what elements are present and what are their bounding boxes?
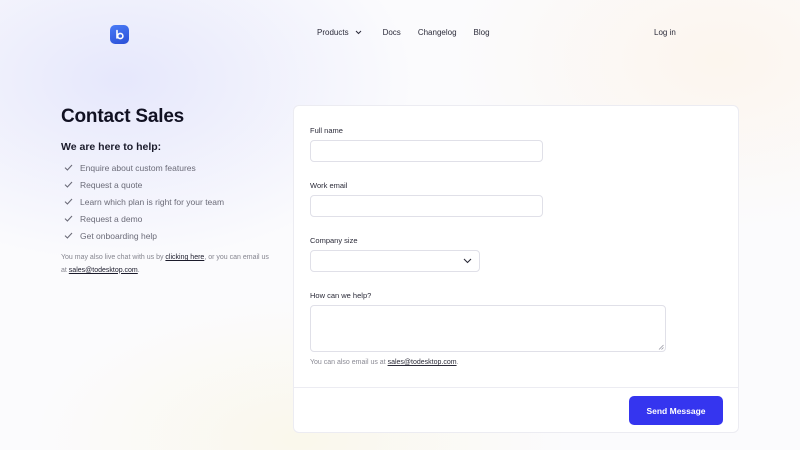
check-icon xyxy=(64,232,73,239)
sales-email-link[interactable]: sales@todesktop.com xyxy=(69,267,138,274)
resize-grip-icon[interactable] xyxy=(658,344,664,350)
full-name-label: Full name xyxy=(310,126,343,135)
live-chat-note-suffix: . xyxy=(137,266,140,274)
chevron-down-icon xyxy=(355,30,361,35)
login-link[interactable]: Log in xyxy=(654,28,676,37)
nav-docs-label: Docs xyxy=(382,28,401,37)
check-icon xyxy=(64,198,73,205)
help-heading: We are here to help: xyxy=(61,141,162,153)
check-icon xyxy=(64,164,73,171)
send-message-button[interactable]: Send Message xyxy=(629,396,723,425)
nav-changelog-label: Changelog xyxy=(417,28,457,37)
work-email-label: Work email xyxy=(310,181,348,190)
help-item-label: Request a quote xyxy=(80,179,143,190)
chevron-down-icon xyxy=(463,258,472,264)
help-item-custom-features: Enquire about custom features xyxy=(64,159,224,176)
main-nav: Products Docs Changelog Blog xyxy=(317,28,490,37)
nav-blog[interactable]: Blog xyxy=(474,28,490,37)
how-can-we-help-label: How can we help? xyxy=(310,291,372,300)
company-size-label: Company size xyxy=(310,236,358,245)
check-icon xyxy=(64,181,73,188)
email-note: You can also email us at sales@todesktop… xyxy=(310,359,459,366)
form-sales-email-link[interactable]: sales@todesktop.com xyxy=(388,359,457,366)
live-chat-link[interactable]: clicking here xyxy=(165,254,204,261)
nav-blog-label: Blog xyxy=(473,28,490,37)
help-item-quote: Request a quote xyxy=(64,176,224,193)
email-note-prefix: You can also email us at xyxy=(310,359,388,366)
help-item-label: Request a demo xyxy=(80,213,143,224)
live-chat-note-prefix: You may also live chat with us by xyxy=(61,254,166,261)
help-item-plan: Learn which plan is right for your team xyxy=(64,193,224,210)
help-item-label: Learn which plan is right for your team xyxy=(80,196,225,207)
full-name-input[interactable] xyxy=(310,140,543,162)
email-note-suffix: . xyxy=(456,359,459,366)
nav-changelog[interactable]: Changelog xyxy=(418,28,457,37)
live-chat-note: You may also live chat with us by clicki… xyxy=(61,252,276,277)
help-item-demo: Request a demo xyxy=(64,210,224,227)
check-icon xyxy=(64,215,73,222)
contact-form: Full name Work email Company size How ca… xyxy=(293,105,739,433)
help-list: Enquire about custom features Request a … xyxy=(64,159,224,244)
page-title: Contact Sales xyxy=(61,106,185,127)
help-item-label: Enquire about custom features xyxy=(80,162,196,173)
company-size-select[interactable] xyxy=(310,250,480,272)
help-item-onboarding: Get onboarding help xyxy=(64,227,224,244)
work-email-input[interactable] xyxy=(310,195,543,217)
help-item-label: Get onboarding help xyxy=(80,230,158,241)
logo[interactable] xyxy=(110,25,129,44)
how-can-we-help-textarea[interactable] xyxy=(310,305,666,352)
brand-logo-icon xyxy=(115,29,124,39)
nav-products[interactable]: Products xyxy=(317,28,362,37)
nav-docs[interactable]: Docs xyxy=(383,28,401,37)
nav-products-label: Products xyxy=(317,28,349,37)
form-divider xyxy=(294,387,738,388)
